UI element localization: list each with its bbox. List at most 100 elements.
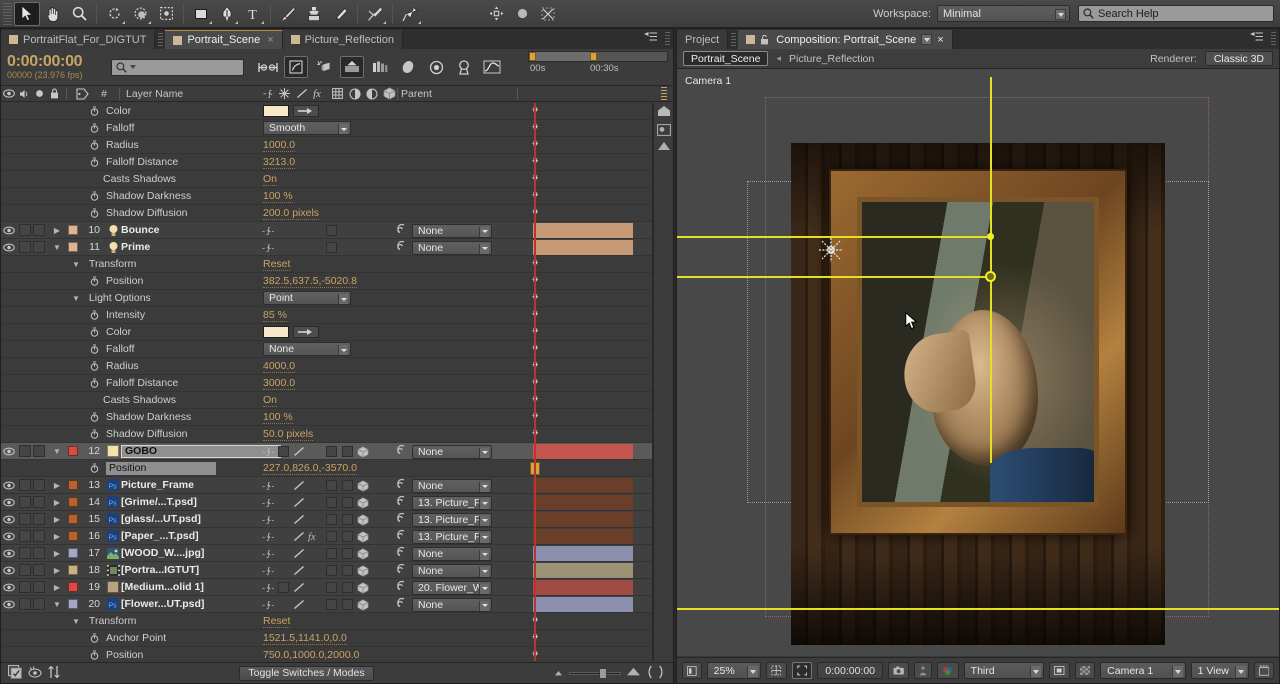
property-track[interactable] [527, 460, 655, 477]
layer-track[interactable] [527, 477, 655, 494]
property-track[interactable]: ⁕ [527, 103, 655, 120]
lock-column-icon[interactable] [46, 88, 62, 99]
quality-switch[interactable] [291, 579, 307, 596]
timeline-search-input[interactable] [111, 58, 244, 76]
brainstorm-icon[interactable] [424, 56, 448, 78]
quality-switch[interactable] [291, 443, 307, 460]
property-value[interactable]: 100 % [263, 190, 293, 203]
layer-label-color[interactable] [65, 531, 81, 541]
layer-track[interactable] [527, 222, 655, 239]
shy-switch-icon[interactable]: -∱- [259, 89, 276, 98]
stopwatch-icon[interactable] [90, 361, 101, 372]
layer-twirl-toggle[interactable]: ▼ [49, 600, 65, 609]
toolbar-grip[interactable] [3, 2, 12, 25]
layer-name-column-header[interactable]: Layer Name [124, 88, 183, 100]
layer-twirl-toggle[interactable]: ▶ [49, 481, 65, 490]
chevron-down-icon[interactable] [479, 515, 489, 526]
switch-box[interactable] [275, 443, 291, 460]
value-dropdown[interactable]: 20. Flower_W [412, 580, 492, 595]
value-dropdown[interactable]: 13. Picture_F [412, 529, 492, 544]
audio-solo-lock-boxes[interactable] [17, 445, 49, 457]
lock-icon[interactable] [760, 34, 771, 45]
parent-pickwhip-icon[interactable] [396, 546, 408, 561]
layer-name-label[interactable]: [WOOD_W....jpg] [121, 547, 204, 559]
pen-tool[interactable] [214, 2, 240, 26]
property-track[interactable]: ⁕ [527, 324, 655, 341]
audio-solo-lock-boxes[interactable] [17, 496, 49, 508]
enable-motion-blur-icon[interactable] [368, 56, 392, 78]
stopwatch-icon[interactable] [90, 327, 101, 338]
pan-behind-tool[interactable] [153, 2, 179, 26]
property-track[interactable]: ⁕ [527, 613, 655, 630]
number-column-header[interactable]: # [93, 88, 115, 100]
switch-box[interactable] [339, 562, 355, 579]
eyedropper-icon[interactable] [293, 105, 319, 117]
reset-link[interactable]: Reset [263, 258, 291, 271]
switch-box[interactable] [323, 443, 339, 460]
move-axes-icon[interactable] [483, 2, 509, 26]
timeline-property-row[interactable]: Anchor Point 1521.5,1141.0,0.0 ⁕ [1, 630, 655, 647]
switch-box[interactable] [339, 477, 355, 494]
audio-solo-lock-boxes[interactable] [17, 547, 49, 559]
chevron-down-icon[interactable] [479, 549, 489, 560]
switch-box[interactable] [339, 443, 355, 460]
layer-track[interactable] [527, 528, 655, 545]
timeline-tab-1[interactable]: Portrait_Scene × [165, 30, 283, 49]
layer-twirl-toggle[interactable]: ▶ [49, 583, 65, 592]
stopwatch-icon[interactable] [90, 157, 101, 168]
property-track[interactable]: ⁕ [527, 256, 655, 273]
property-value[interactable]: 3213.0 [263, 156, 296, 169]
layer-label-color[interactable] [65, 548, 81, 558]
chevron-down-icon[interactable] [479, 600, 489, 611]
chevron-down-icon[interactable] [479, 566, 489, 577]
shy-switch[interactable]: -∱- [259, 579, 275, 596]
timeline-property-row[interactable]: Falloff Distance 3213.0 ⁕ [1, 154, 655, 171]
show-snapshot-button[interactable] [914, 662, 933, 679]
three-d-switch[interactable] [355, 477, 371, 494]
quality-switch[interactable] [291, 511, 307, 528]
three-d-switch[interactable] [355, 596, 371, 613]
layer-label-color[interactable] [65, 225, 81, 235]
timeline-layer-row[interactable]: ▶ 14 Ps[Grime/...T.psd] -∱- 13. Picture_F [1, 494, 655, 511]
layer-visibility-toggle[interactable] [1, 583, 17, 592]
time-marker-handle[interactable] [661, 87, 667, 101]
timeline-layer-row[interactable]: ▶ 16 Ps[Paper_...T.psd] -∱- fx 13. Picture_F [1, 528, 655, 545]
chevron-down-icon[interactable] [338, 124, 348, 134]
zoom-in-timeline-icon[interactable] [626, 667, 641, 679]
timeline-mini-navigator[interactable]: 00s 00:30s [528, 51, 668, 75]
comp-button-right-icon[interactable] [658, 665, 665, 682]
enable-frame-blending-icon[interactable] [340, 56, 364, 78]
layer-name-label[interactable]: [Portra...IGTUT] [121, 564, 199, 576]
graph-editor-icon[interactable] [480, 56, 504, 78]
parent-pickwhip-icon[interactable] [396, 478, 408, 493]
stopwatch-icon[interactable] [90, 208, 101, 219]
chevron-down-icon[interactable] [479, 583, 489, 594]
property-value[interactable]: 227.0,826.0,-3570.0 [263, 462, 357, 475]
layer-twirl-toggle[interactable]: ▼ [49, 243, 65, 252]
comp-flowchart-icon[interactable] [657, 105, 671, 120]
shy-switch[interactable]: -∱- [259, 477, 275, 494]
chevron-down-icon[interactable] [479, 226, 489, 237]
switch-box[interactable] [323, 596, 339, 613]
panel-menu-icon[interactable] [1250, 32, 1263, 45]
shy-switch[interactable]: -∱- [259, 528, 275, 545]
timeline-property-row[interactable]: Falloff Smooth ⁕ [1, 120, 655, 137]
audio-solo-lock-boxes[interactable] [17, 598, 49, 610]
switch-box[interactable] [339, 511, 355, 528]
shy-switch[interactable]: -∱- [259, 443, 275, 460]
solo-column-icon[interactable] [32, 89, 46, 98]
value-dropdown[interactable]: None [412, 240, 492, 255]
region-of-interest-button[interactable] [791, 662, 813, 679]
timeline-property-row[interactable]: Position 382.5,637.5,-5020.8 ⁕ [1, 273, 655, 290]
layer-name-label[interactable]: Picture_Frame [121, 479, 194, 491]
hide-shy-layers-icon[interactable] [312, 56, 336, 78]
layer-twirl-toggle[interactable]: ▶ [49, 226, 65, 235]
value-dropdown[interactable]: None [412, 563, 492, 578]
layer-name-label[interactable]: Prime [121, 241, 150, 253]
layer-name-label[interactable]: [Paper_...T.psd] [121, 530, 199, 542]
layer-visibility-toggle[interactable] [1, 447, 17, 456]
comp-tab-drag-handle[interactable] [731, 33, 737, 47]
layer-visibility-toggle[interactable] [1, 600, 17, 609]
property-value[interactable]: 750.0,1000.0,2000.0 [263, 649, 360, 661]
quality-switch[interactable] [291, 545, 307, 562]
